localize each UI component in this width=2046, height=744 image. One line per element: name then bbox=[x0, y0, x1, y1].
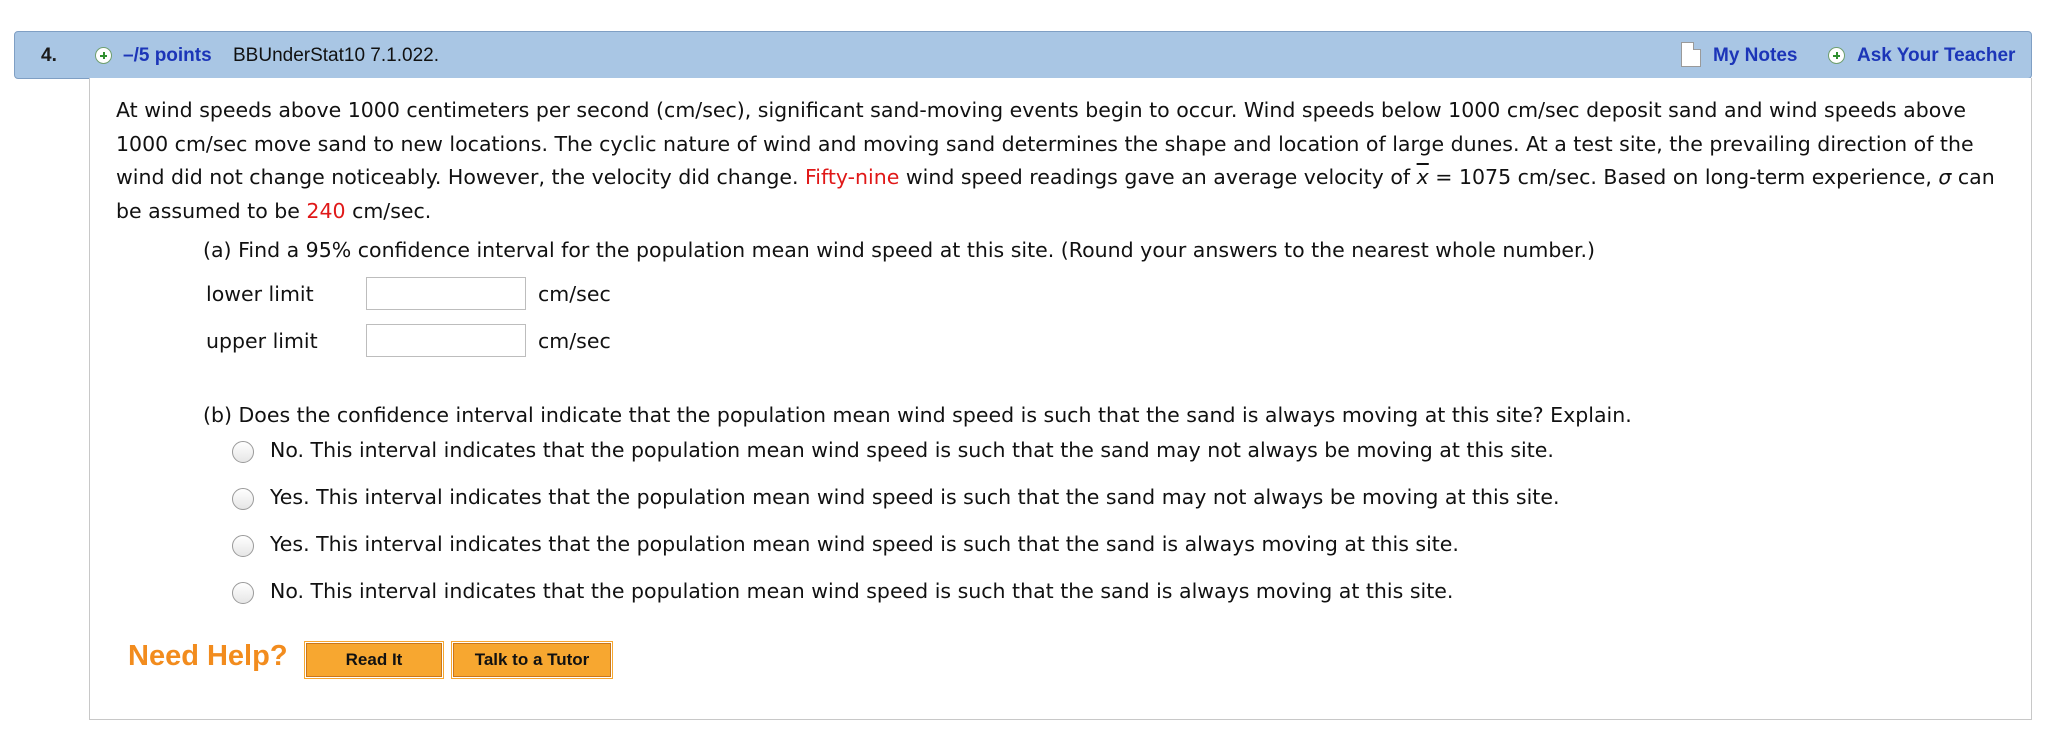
lower-limit-label: lower limit bbox=[206, 282, 314, 306]
xbar-symbol: x bbox=[1416, 165, 1429, 189]
part-a-question: (a) Find a 95% confidence interval for t… bbox=[203, 238, 1596, 262]
sample-size-highlight: Fifty-nine bbox=[804, 165, 900, 189]
lower-limit-unit: cm/sec bbox=[538, 282, 611, 306]
radio-option-label: Yes. This interval indicates that the po… bbox=[270, 532, 1459, 556]
question-source: BBUnderStat10 7.1.022. bbox=[233, 45, 439, 66]
upper-limit-label: upper limit bbox=[206, 329, 318, 353]
my-notes-link[interactable]: My Notes bbox=[1713, 45, 1797, 67]
sigma-value-highlight: 240 bbox=[306, 198, 346, 223]
problem-statement: At wind speeds above 1000 centimeters pe… bbox=[116, 94, 2016, 228]
radio-option-label: No. This interval indicates that the pop… bbox=[270, 579, 1454, 603]
radio-button[interactable] bbox=[232, 488, 254, 510]
expand-plus-icon[interactable] bbox=[95, 47, 112, 64]
sigma-symbol: σ bbox=[1938, 165, 1952, 189]
upper-limit-unit: cm/sec bbox=[538, 329, 611, 353]
ask-your-teacher-link[interactable]: Ask Your Teacher bbox=[1857, 45, 2015, 67]
radio-option-label: No. This interval indicates that the pop… bbox=[270, 438, 1554, 462]
problem-text-3: = 1075 cm/sec. Based on long-term experi… bbox=[1428, 165, 1939, 189]
need-help-heading: Need Help? bbox=[128, 640, 288, 672]
points-link[interactable]: –/5 points bbox=[123, 45, 212, 67]
talk-to-tutor-button[interactable]: Talk to a Tutor bbox=[451, 641, 613, 679]
question-header: 4. –/5 points BBUnderStat10 7.1.022. My … bbox=[14, 31, 2032, 79]
radio-button[interactable] bbox=[232, 441, 254, 463]
radio-option-label: Yes. This interval indicates that the po… bbox=[270, 485, 1560, 509]
part-b-question: (b) Does the confidence interval indicat… bbox=[203, 403, 1632, 427]
radio-button[interactable] bbox=[232, 535, 254, 557]
read-it-button[interactable]: Read It bbox=[304, 641, 444, 679]
question-number: 4. bbox=[41, 45, 57, 66]
radio-button[interactable] bbox=[232, 582, 254, 604]
problem-text-5: cm/sec. bbox=[345, 198, 432, 223]
notes-page-icon[interactable] bbox=[1681, 42, 1701, 67]
lower-limit-input[interactable] bbox=[366, 277, 526, 310]
problem-text-2: wind speed readings gave an average velo… bbox=[899, 165, 1417, 189]
ask-teacher-plus-icon[interactable] bbox=[1828, 47, 1845, 64]
upper-limit-input[interactable] bbox=[366, 324, 526, 357]
